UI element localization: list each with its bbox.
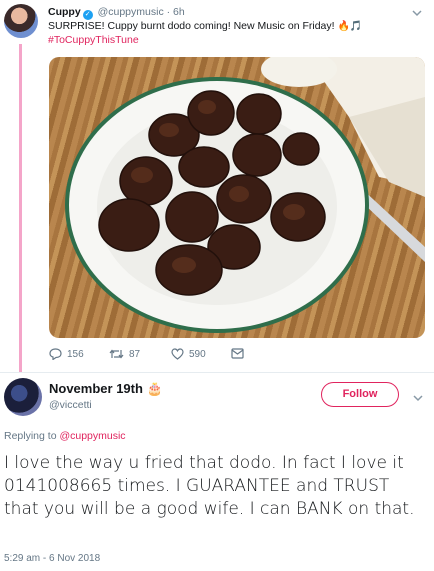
- follow-button[interactable]: Follow: [321, 382, 399, 407]
- tweet-time[interactable]: 6h: [173, 6, 185, 18]
- replying-to-mention[interactable]: @cuppymusic: [59, 430, 125, 442]
- reply-text: I love the way u fried that dodo. In fac…: [4, 453, 415, 519]
- header-separator: ·: [166, 6, 171, 18]
- tweet-photo[interactable]: [49, 57, 425, 338]
- reply-author-name-text: November 19th: [49, 381, 143, 396]
- like-count: 590: [189, 348, 206, 360]
- reply-button[interactable]: 156: [49, 348, 84, 360]
- avatar[interactable]: [4, 4, 38, 38]
- fire-music-emoji: 🔥🎵: [337, 21, 363, 32]
- chevron-down-icon[interactable]: [412, 6, 422, 20]
- birthday-cake-icon: 🎂: [146, 381, 163, 396]
- divider: [0, 372, 434, 373]
- replying-to-label: Replying to: [4, 430, 57, 442]
- reply-author-handle[interactable]: @viccetti: [49, 399, 92, 411]
- reply-icon: [49, 348, 62, 360]
- tweet-text: SURPRISE! Cuppy burnt dodo coming! New M…: [48, 20, 418, 33]
- like-button[interactable]: 590: [171, 348, 206, 360]
- retweet-count: 87: [129, 348, 141, 360]
- author-handle[interactable]: @cuppymusic: [98, 6, 164, 18]
- envelope-icon: [231, 348, 244, 359]
- retweet-icon: [109, 349, 124, 359]
- parent-tweet[interactable]: Cuppy ✓ @cuppymusic · 6h SURPRISE! Cuppy …: [0, 0, 434, 372]
- tweet-text-body: SURPRISE! Cuppy burnt dodo coming! New M…: [48, 20, 335, 32]
- thread-line: [19, 44, 22, 372]
- verified-badge-icon: ✓: [82, 10, 93, 20]
- parent-tweet-header: Cuppy ✓ @cuppymusic · 6h: [48, 6, 185, 20]
- replying-to-line: Replying to @cuppymusic: [4, 430, 126, 442]
- retweet-button[interactable]: 87: [109, 348, 140, 360]
- reply-timestamp[interactable]: 5:29 am - 6 Nov 2018: [4, 553, 100, 564]
- reply-chevron-down-icon[interactable]: [413, 391, 423, 405]
- reply-author-name[interactable]: November 19th 🎂: [49, 381, 163, 397]
- reply-count: 156: [67, 348, 84, 360]
- fried-plantain-image: [65, 57, 425, 333]
- hashtag-link[interactable]: #ToCuppyThisTune: [48, 34, 139, 46]
- heart-icon: [171, 348, 184, 360]
- reply-avatar[interactable]: [4, 378, 42, 416]
- author-name[interactable]: Cuppy: [48, 6, 81, 18]
- message-button[interactable]: [231, 348, 244, 359]
